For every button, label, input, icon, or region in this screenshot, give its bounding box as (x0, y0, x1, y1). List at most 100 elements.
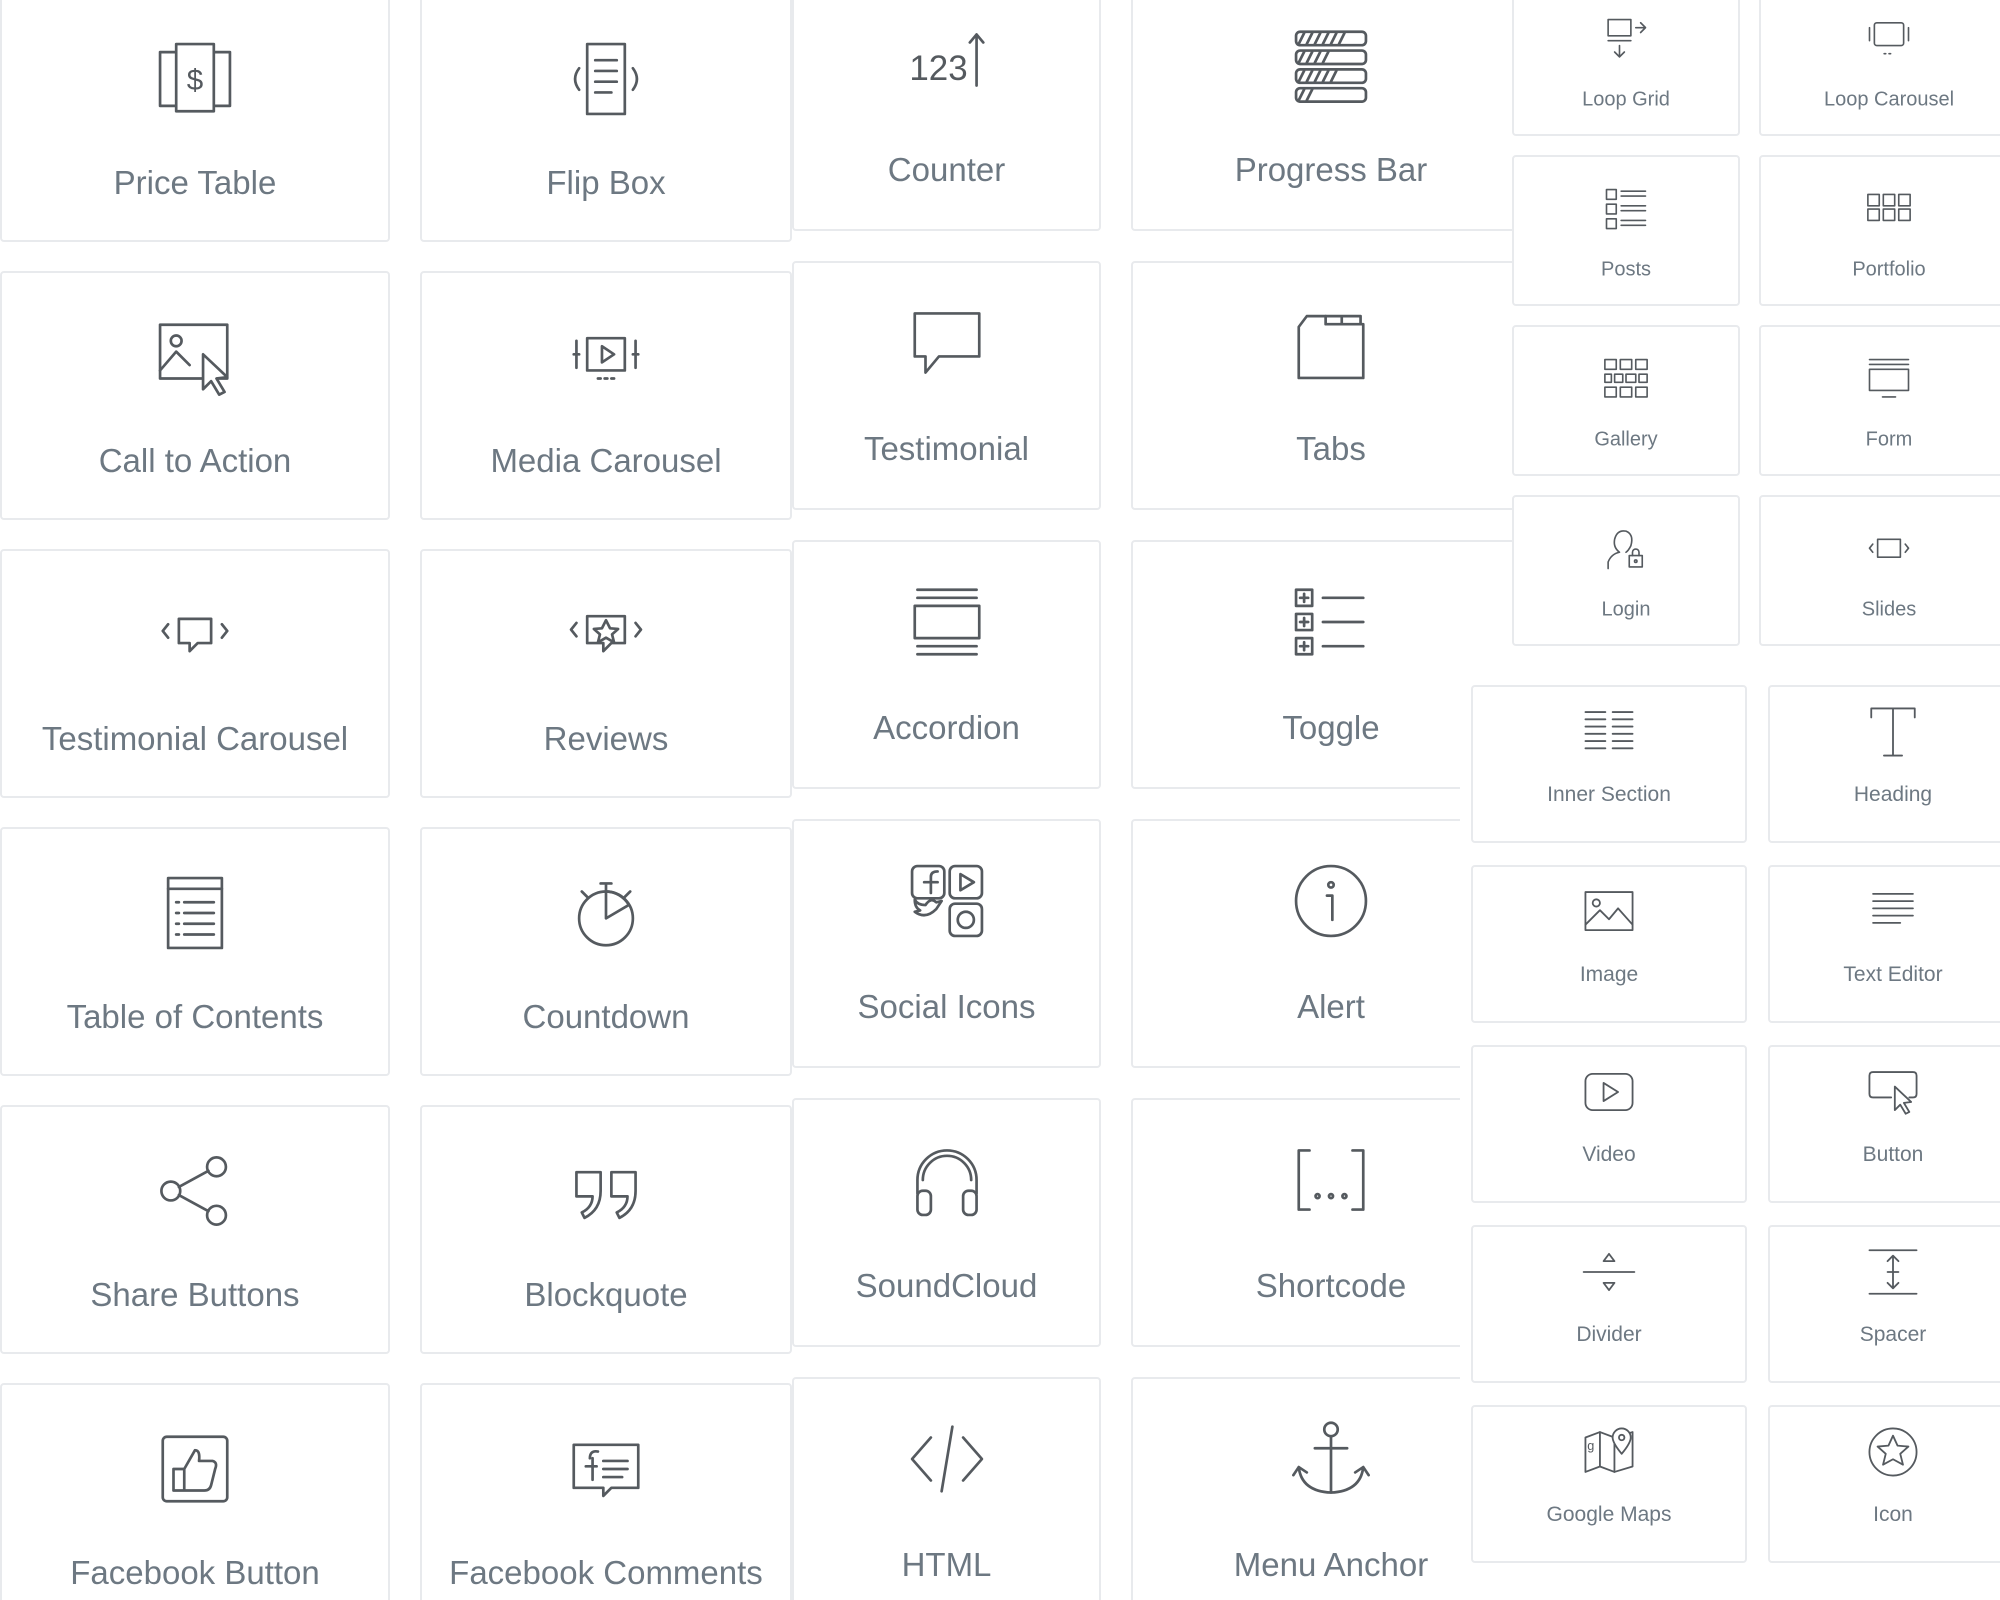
call-to-action-icon (152, 314, 238, 400)
headphones-icon (904, 1137, 990, 1223)
widget-table-of-contents[interactable]: Table of Contents (0, 827, 390, 1076)
testimonial-icon (904, 300, 990, 386)
widget-label: Form (1865, 428, 1913, 451)
widget-counter[interactable]: 123 Counter (792, 0, 1101, 231)
loop-carousel-icon (1863, 13, 1915, 65)
blockquote-icon (563, 1148, 649, 1234)
shortcode-icon (1288, 1137, 1374, 1223)
accordion-icon (904, 579, 990, 665)
image-icon (1580, 883, 1638, 941)
widget-spacer[interactable]: Spacer (1768, 1225, 2000, 1383)
widget-label: Progress Bar (1234, 151, 1428, 188)
svg-text:g: g (1587, 1439, 1594, 1453)
social-icons-icon (904, 858, 990, 944)
widget-gallery[interactable]: Gallery (1512, 325, 1740, 476)
button-icon (1864, 1063, 1922, 1121)
widget-social-icons[interactable]: Social Icons (792, 819, 1101, 1068)
table-of-contents-icon (152, 870, 238, 956)
widget-label: Facebook Button (70, 1554, 320, 1591)
widget-icon[interactable]: Icon (1768, 1405, 2000, 1563)
widget-label: Toggle (1282, 709, 1380, 746)
widget-facebook-button[interactable]: Facebook Button (0, 1383, 390, 1600)
anchor-icon (1288, 1416, 1374, 1502)
widget-label: Testimonial (863, 430, 1030, 467)
widget-label: SoundCloud (855, 1267, 1038, 1304)
reviews-icon (563, 592, 649, 678)
widget-login[interactable]: Login (1512, 495, 1740, 646)
widget-label: Button (1862, 1143, 1924, 1166)
alert-icon (1288, 858, 1374, 944)
widget-video[interactable]: Video (1471, 1045, 1747, 1203)
portfolio-icon (1863, 183, 1915, 235)
slides-icon (1863, 523, 1915, 575)
widget-media-carousel[interactable]: Media Carousel (420, 271, 792, 520)
form-icon (1863, 353, 1915, 405)
loop-grid-icon (1600, 13, 1652, 65)
widget-label: Countdown (522, 998, 690, 1035)
widget-text-editor[interactable]: Text Editor (1768, 865, 2000, 1023)
widget-slides[interactable]: Slides (1759, 495, 2000, 646)
widget-call-to-action[interactable]: Call to Action (0, 271, 390, 520)
widget-inner-section[interactable]: Inner Section (1471, 685, 1747, 843)
widget-shortcode[interactable]: Shortcode (1131, 1098, 1512, 1347)
widget-label: Image (1579, 963, 1639, 986)
testimonial-carousel-icon (152, 592, 238, 678)
code-icon (904, 1416, 990, 1502)
widget-label: Google Maps (1546, 1503, 1672, 1526)
widget-label: Gallery (1594, 428, 1658, 451)
widget-posts[interactable]: Posts (1512, 155, 1740, 306)
widget-testimonial-carousel[interactable]: Testimonial Carousel (0, 549, 390, 798)
google-maps-icon: g (1580, 1423, 1638, 1481)
widget-progress-bar[interactable]: Progress Bar (1131, 0, 1512, 231)
widget-loop-carousel[interactable]: Loop Carousel (1759, 0, 2000, 136)
progress-bar-icon (1288, 21, 1374, 107)
counter-icon: 123 (904, 21, 990, 107)
widget-html[interactable]: HTML (792, 1377, 1101, 1600)
divider-icon (1580, 1243, 1638, 1301)
widget-share-buttons[interactable]: Share Buttons (0, 1105, 390, 1354)
widget-label: Tabs (1296, 430, 1366, 467)
widget-loop-grid[interactable]: Loop Grid (1512, 0, 1740, 136)
widget-testimonial[interactable]: Testimonial (792, 261, 1101, 510)
widget-tabs[interactable]: Tabs (1131, 261, 1512, 510)
share-icon (152, 1148, 238, 1234)
general-widgets-panel: 123 Counter Progress Bar Testimonial Tabs Acc… (792, 0, 1512, 1600)
widget-accordion[interactable]: Accordion (792, 540, 1101, 789)
widget-label: Price Table (113, 164, 277, 201)
widget-blockquote[interactable]: Blockquote (420, 1105, 792, 1354)
widget-countdown[interactable]: Countdown (420, 827, 792, 1076)
widget-portfolio[interactable]: Portfolio (1759, 155, 2000, 306)
widget-reviews[interactable]: Reviews (420, 549, 792, 798)
widget-label: Loop Carousel (1823, 88, 1955, 111)
widget-label: Alert (1297, 988, 1365, 1025)
widget-divider[interactable]: Divider (1471, 1225, 1747, 1383)
widget-flip-box[interactable]: Flip Box (420, 0, 792, 242)
price-table-icon: $ (152, 36, 238, 122)
widget-toggle[interactable]: Toggle (1131, 540, 1512, 789)
countdown-icon (563, 870, 649, 956)
widget-label: Call to Action (98, 442, 292, 479)
widget-price-table[interactable]: $ Price Table (0, 0, 390, 242)
text-editor-icon (1864, 883, 1922, 941)
widget-alert[interactable]: Alert (1131, 819, 1512, 1068)
tabs-icon (1288, 300, 1374, 386)
widget-label: Loop Grid (1582, 88, 1670, 111)
widget-heading[interactable]: Heading (1768, 685, 2000, 843)
widget-image[interactable]: Image (1471, 865, 1747, 1023)
widget-facebook-comments[interactable]: Facebook Comments (420, 1383, 792, 1600)
widget-menu-anchor[interactable]: Menu Anchor (1131, 1377, 1512, 1600)
widget-label: Blockquote (524, 1276, 688, 1313)
video-icon (1580, 1063, 1638, 1121)
widget-soundcloud[interactable]: SoundCloud (792, 1098, 1101, 1347)
toggle-icon (1288, 579, 1374, 665)
widget-label: Table of Contents (66, 998, 324, 1035)
widget-label: Facebook Comments (449, 1554, 763, 1591)
widget-form[interactable]: Form (1759, 325, 2000, 476)
widget-label: Social Icons (857, 988, 1036, 1025)
widget-label: Slides (1861, 598, 1917, 621)
widget-label: Text Editor (1843, 963, 1943, 986)
widget-google-maps[interactable]: g Google Maps (1471, 1405, 1747, 1563)
widget-label: Posts (1600, 258, 1652, 281)
gallery-icon (1600, 353, 1652, 405)
widget-button[interactable]: Button (1768, 1045, 2000, 1203)
